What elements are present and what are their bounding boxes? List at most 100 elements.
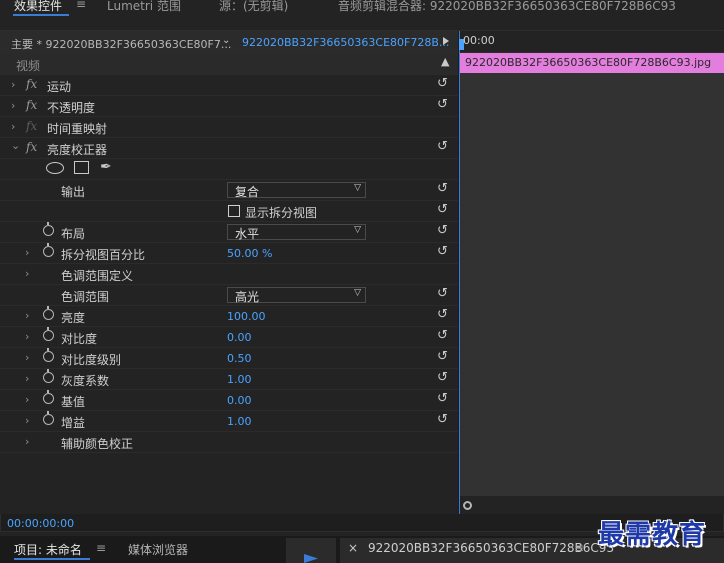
param-value[interactable]: 0.00 (227, 394, 252, 407)
reset-icon[interactable]: ↺ (437, 244, 448, 259)
clip-bar[interactable]: 922020BB32F36650363CE80F728B6C93.jpg (460, 53, 724, 73)
reset-icon[interactable]: ↺ (437, 370, 448, 385)
fx-icon: fx (26, 119, 38, 133)
reset-icon[interactable]: ↺ (437, 349, 448, 364)
effect-row-time-remap[interactable]: › fx 时间重映射 (0, 117, 458, 138)
fx-icon[interactable]: fx (26, 98, 37, 112)
disclosure-right-icon[interactable]: › (25, 372, 29, 385)
stopwatch-icon[interactable] (43, 306, 54, 320)
effect-row-motion[interactable]: › fx 运动 ↺ (0, 75, 458, 96)
ellipse-mask-icon[interactable] (46, 162, 64, 174)
param-row-gamma: › 灰度系数 1.00 ↺ (0, 369, 458, 390)
sequence-clip-label[interactable]: 922020BB32F36650363CE80F728B... (242, 36, 449, 49)
disclosure-right-icon[interactable]: › (25, 330, 29, 343)
effect-row-brightness-corrector[interactable]: ⌄ fx 亮度校正器 ↺ (0, 138, 458, 159)
output-dropdown[interactable]: 复合 ▽ (227, 182, 366, 199)
split-view-checkbox[interactable] (228, 205, 240, 217)
param-value[interactable]: 100.00 (227, 310, 266, 323)
tab-audio-clip-mixer[interactable]: 音频剪辑混合器: 922020BB32F36650363CE80F728B6C9… (338, 0, 676, 14)
param-value[interactable]: 0.00 (227, 331, 252, 344)
disclosure-down-icon[interactable]: ⌄ (11, 139, 20, 152)
reset-icon[interactable]: ↺ (437, 139, 448, 154)
rectangle-mask-icon[interactable] (74, 161, 89, 174)
disclosure-right-icon[interactable]: › (11, 120, 15, 133)
reset-icon[interactable]: ↺ (437, 328, 448, 343)
disclosure-right-icon[interactable]: › (25, 414, 29, 427)
time-ruler[interactable]: 00:00 (459, 31, 724, 53)
effect-label: 亮度校正器 (47, 143, 108, 157)
disclosure-right-icon[interactable]: › (25, 309, 29, 322)
param-label: 增益 (61, 416, 86, 430)
current-timecode[interactable]: 00:00:00:00 (7, 517, 74, 530)
param-label: 输出 (61, 185, 86, 199)
stopwatch-icon[interactable] (43, 243, 54, 257)
close-icon[interactable]: × (348, 541, 358, 555)
reset-icon[interactable]: ↺ (437, 391, 448, 406)
chevron-down-icon: ▽ (354, 288, 361, 298)
reset-icon[interactable]: ↺ (437, 202, 448, 217)
param-label: 拆分视图百分比 (61, 248, 146, 262)
reset-icon[interactable]: ↺ (437, 97, 448, 112)
tab-menu-icon[interactable]: ≡ (574, 541, 584, 555)
stopwatch-icon[interactable] (43, 369, 54, 383)
dropdown-value: 复合 (235, 185, 260, 199)
selection-tool-icon[interactable] (304, 554, 318, 563)
tonal-range-dropdown[interactable]: 高光 ▽ (227, 287, 366, 304)
timeline-track-area[interactable] (460, 73, 724, 496)
chevron-down-icon[interactable]: ⌄ (222, 35, 230, 46)
play-triangle-icon[interactable] (443, 37, 449, 45)
tab-media-browser[interactable]: 媒体浏览器 (128, 541, 188, 558)
reset-icon[interactable]: ↺ (437, 307, 448, 322)
tab-lumetri-scopes[interactable]: Lumetri 范围 (107, 0, 181, 14)
dropdown-value: 高光 (235, 290, 260, 304)
stopwatch-icon[interactable] (43, 348, 54, 362)
disclosure-right-icon[interactable]: › (25, 435, 29, 448)
disclosure-right-icon[interactable]: › (25, 267, 29, 280)
param-value[interactable]: 1.00 (227, 373, 252, 386)
active-tab-indicator (14, 558, 90, 560)
fx-icon[interactable]: fx (26, 140, 37, 154)
video-section-header: 视频 ▲ (0, 54, 458, 75)
param-row-output: 输出 复合 ▽ ↺ (0, 180, 458, 201)
stopwatch-icon[interactable] (43, 222, 54, 236)
stopwatch-icon[interactable] (43, 411, 54, 425)
tab-menu-icon[interactable]: ≡ (96, 541, 106, 555)
reset-icon[interactable]: ↺ (437, 223, 448, 238)
param-value[interactable]: 0.50 (227, 352, 252, 365)
pen-mask-icon[interactable]: ✒ (100, 159, 112, 175)
param-label: 辅助颜色校正 (61, 437, 134, 451)
collapse-up-icon[interactable]: ▲ (441, 55, 449, 68)
param-row-gain: › 增益 1.00 ↺ (0, 411, 458, 432)
tab-source[interactable]: 源：(无剪辑) (219, 0, 288, 14)
tab-menu-icon[interactable]: ≡ (76, 0, 86, 11)
master-clip-label[interactable]: 主要 * 922020BB32F36650363CE80F7... (11, 36, 231, 52)
disclosure-right-icon[interactable]: › (25, 393, 29, 406)
param-value[interactable]: 1.00 (227, 415, 252, 428)
zoom-handle-icon[interactable] (463, 501, 472, 510)
stopwatch-icon[interactable] (43, 327, 54, 341)
fx-icon[interactable]: fx (26, 77, 37, 91)
effect-label: 运动 (47, 80, 72, 94)
disclosure-right-icon[interactable]: › (11, 99, 15, 112)
disclosure-right-icon[interactable]: › (25, 351, 29, 364)
layout-dropdown[interactable]: 水平 ▽ (227, 224, 366, 241)
reset-icon[interactable]: ↺ (437, 76, 448, 91)
param-row-contrast-level: › 对比度级别 0.50 ↺ (0, 348, 458, 369)
checkbox-label: 显示拆分视图 (245, 206, 318, 220)
param-row-split-percent: › 拆分视图百分比 50.00 % ↺ (0, 243, 458, 264)
stopwatch-icon[interactable] (43, 390, 54, 404)
param-label: 对比度级别 (61, 353, 122, 367)
param-row-tonal-range: 色调范围 高光 ▽ ↺ (0, 285, 458, 306)
effect-row-opacity[interactable]: › fx 不透明度 ↺ (0, 96, 458, 117)
param-row-split-view: 显示拆分视图 ↺ (0, 201, 458, 222)
param-value[interactable]: 50.00 % (227, 247, 272, 260)
tab-project[interactable]: 项目: 未命名 (14, 541, 82, 558)
reset-icon[interactable]: ↺ (437, 286, 448, 301)
reset-icon[interactable]: ↺ (437, 181, 448, 196)
disclosure-right-icon[interactable]: › (11, 78, 15, 91)
effect-label: 不透明度 (47, 101, 96, 115)
tab-effect-controls[interactable]: 效果控件 (14, 0, 62, 14)
param-label: 对比度 (61, 332, 98, 346)
reset-icon[interactable]: ↺ (437, 412, 448, 427)
disclosure-right-icon[interactable]: › (25, 246, 29, 259)
